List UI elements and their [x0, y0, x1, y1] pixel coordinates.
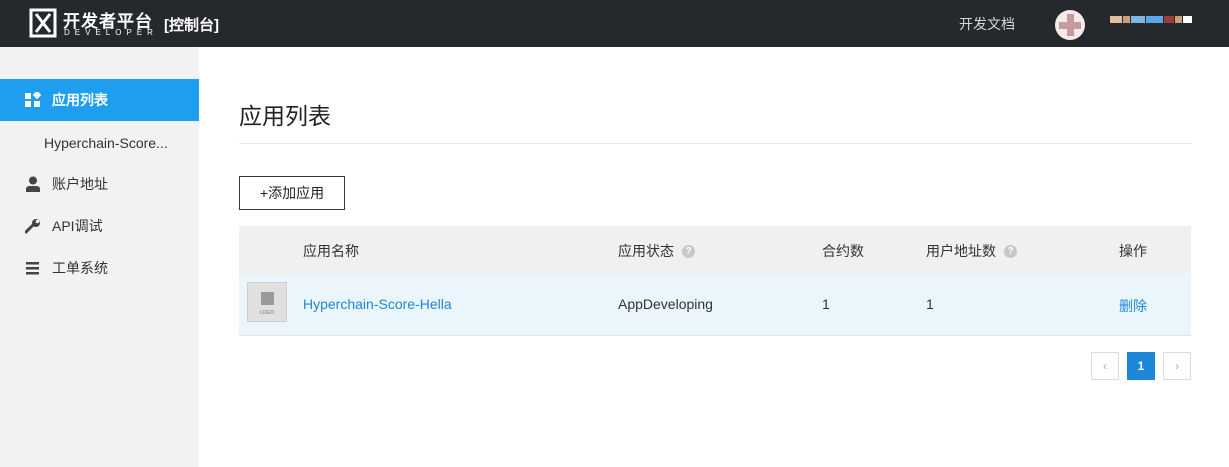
developer-logo-icon[interactable]	[29, 8, 57, 38]
help-icon[interactable]: ?	[682, 244, 695, 258]
pagination-page-1[interactable]: 1	[1127, 352, 1155, 380]
app-status: AppDeveloping	[618, 296, 713, 312]
pagination-next-button[interactable]: ›	[1163, 352, 1191, 380]
sidebar-item-label: 工单系统	[52, 260, 108, 276]
delete-link[interactable]: 删除	[1119, 296, 1147, 316]
address-count: 1	[926, 296, 934, 312]
column-header-app-name: 应用名称	[303, 243, 359, 259]
sidebar-item-ticket-system[interactable]: 工单系统	[0, 247, 199, 289]
username-block	[1131, 16, 1145, 23]
pagination-prev-button[interactable]: ‹	[1091, 352, 1119, 380]
sidebar-item-label: 应用列表	[52, 92, 108, 108]
page-title: 应用列表	[239, 103, 331, 129]
username-block	[1183, 16, 1193, 23]
column-header-app-status: 应用状态 ?	[618, 241, 695, 261]
add-app-button[interactable]: +添加应用	[239, 176, 345, 210]
sidebar: 应用列表 Hyperchain-Score... 账户地址 API调试 工单系统	[0, 47, 199, 467]
cube-icon	[261, 292, 274, 305]
column-header-actions: 操作	[1119, 243, 1147, 259]
contract-count: 1	[822, 296, 830, 312]
table-row: LOGO Hyperchain-Score-Hella AppDevelopin…	[239, 274, 1191, 336]
sidebar-item-api-debug[interactable]: API调试	[0, 205, 199, 247]
sidebar-item-account-address[interactable]: 账户地址	[0, 163, 199, 205]
console-label[interactable]: [控制台]	[164, 14, 219, 35]
username-block	[1174, 16, 1183, 23]
list-icon	[25, 260, 41, 276]
logo-subtitle: DEVELOPER	[64, 28, 158, 37]
sidebar-item-label: API调试	[52, 218, 103, 234]
avatar[interactable]	[1055, 10, 1085, 40]
divider	[239, 143, 1191, 144]
help-icon[interactable]: ?	[1004, 244, 1017, 258]
username-block	[1122, 16, 1131, 23]
username-block	[1164, 16, 1174, 23]
developer-docs-link[interactable]: 开发文档	[959, 14, 1015, 34]
column-header-user-addresses: 用户地址数 ?	[926, 241, 1017, 261]
grid-icon	[25, 90, 42, 108]
app-name-link[interactable]: Hyperchain-Score-Hella	[303, 296, 452, 312]
app-logo-image: LOGO	[247, 282, 287, 322]
sidebar-item-label: 账户地址	[52, 176, 108, 192]
wrench-icon	[24, 218, 41, 234]
user-icon	[25, 176, 41, 192]
column-header-contracts: 合约数	[822, 243, 864, 259]
username-block	[1145, 16, 1164, 23]
sidebar-sub-item-app[interactable]: Hyperchain-Score...	[44, 135, 168, 151]
username-obscured[interactable]	[1110, 16, 1193, 26]
table-header: 应用名称 应用状态 ? 合约数 用户地址数 ? 操作	[239, 226, 1191, 274]
top-bar: 开发者平台 DEVELOPER [控制台] 开发文档	[0, 0, 1229, 47]
username-block	[1110, 16, 1122, 23]
logo-caption: LOGO	[259, 310, 275, 316]
sidebar-item-app-list[interactable]: 应用列表	[0, 79, 199, 121]
